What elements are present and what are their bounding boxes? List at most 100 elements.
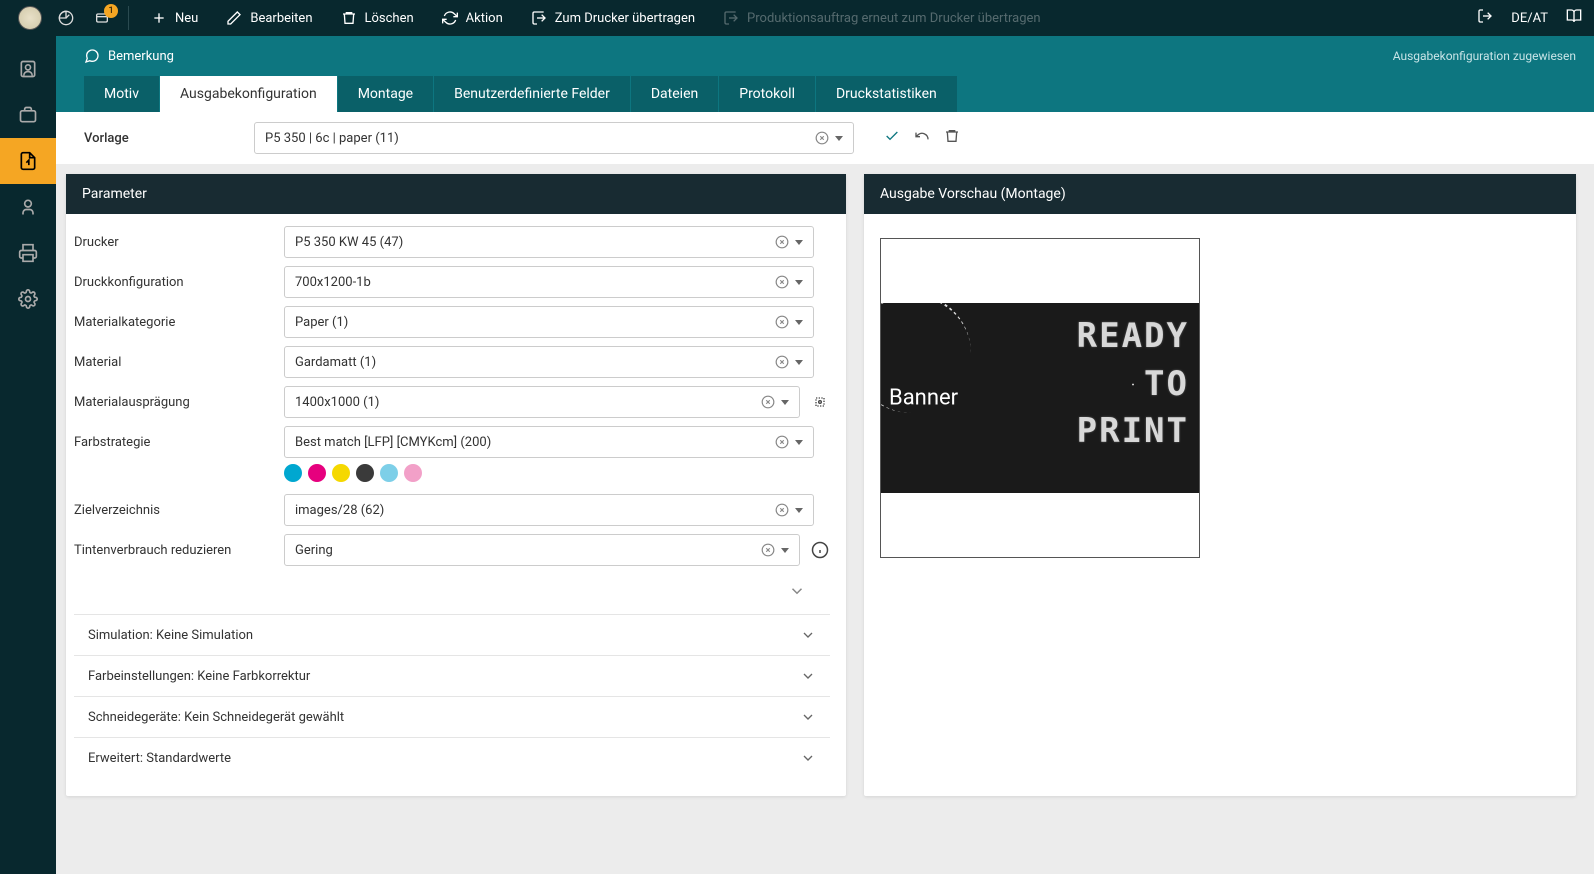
farbstr-input[interactable]: Best match [LFP] [CMYKcm] (200) <box>284 426 814 458</box>
tab-protokoll[interactable]: Protokoll <box>719 76 815 112</box>
panel-preview-title: Ausgabe Vorschau (Montage) <box>864 174 1576 214</box>
vorlage-select[interactable]: P5 350 | 6c | paper (11) <box>254 122 854 154</box>
dropdown-icon[interactable] <box>795 280 803 285</box>
action-button[interactable]: Aktion <box>428 0 517 36</box>
tab-stats[interactable]: Druckstatistiken <box>816 76 957 112</box>
preview-canvas: Banner READY TO PRINT <box>880 238 1200 558</box>
accordion-farbe[interactable]: Farbeinstellungen: Keine Farbkorrektur <box>74 655 830 696</box>
clear-icon[interactable] <box>775 503 789 517</box>
accordion-erweitert-label: Erweitert: Standardwerte <box>88 751 231 766</box>
dropdown-icon[interactable] <box>781 400 789 405</box>
sidebar-item-2[interactable] <box>0 92 56 138</box>
color-swatches <box>284 464 830 482</box>
trash-icon[interactable] <box>944 128 960 148</box>
accordion-sim-label: Simulation: Keine Simulation <box>88 628 253 643</box>
panel-parameter-title: Parameter <box>66 174 846 214</box>
clear-icon[interactable] <box>761 543 775 557</box>
matkat-input[interactable]: Paper (1) <box>284 306 814 338</box>
edit-button[interactable]: Bearbeiten <box>212 0 326 36</box>
matkat-value: Paper (1) <box>295 315 348 330</box>
material-input[interactable]: Gardamatt (1) <box>284 346 814 378</box>
matauspr-input[interactable]: 1400x1000 (1) <box>284 386 800 418</box>
status-text: Ausgabekonfiguration zugewiesen <box>1393 49 1594 63</box>
new-label: Neu <box>175 11 198 26</box>
accordion-simulation[interactable]: Simulation: Keine Simulation <box>74 614 830 655</box>
dashboard-icon[interactable] <box>48 0 84 36</box>
sidebar-item-1[interactable] <box>0 46 56 92</box>
dropdown-icon[interactable] <box>795 360 803 365</box>
new-button[interactable]: Neu <box>137 0 212 36</box>
clear-icon[interactable] <box>815 131 829 145</box>
accordion-schneid-label: Schneidegeräte: Kein Schneidegerät gewäh… <box>88 710 344 725</box>
preview-image: Banner READY TO PRINT <box>881 303 1199 493</box>
accordion-schneid[interactable]: Schneidegeräte: Kein Schneidegerät gewäh… <box>74 696 830 737</box>
drucker-value: P5 350 KW 45 (47) <box>295 235 403 250</box>
undo-icon[interactable] <box>914 128 930 148</box>
bemerkung-button[interactable]: Bemerkung <box>84 48 174 64</box>
druckkonfig-value: 700x1200-1b <box>295 275 371 290</box>
matauspr-label: Materialausprägung <box>74 395 284 410</box>
tinten-input[interactable]: Gering <box>284 534 800 566</box>
crop-icon[interactable] <box>810 392 830 412</box>
vorlage-label: Vorlage <box>84 131 234 146</box>
drucker-label: Drucker <box>74 235 284 250</box>
dropdown-icon[interactable] <box>795 240 803 245</box>
clear-icon[interactable] <box>761 395 775 409</box>
tab-montage[interactable]: Montage <box>338 76 433 112</box>
preview-line2: TO <box>1077 361 1189 409</box>
material-value: Gardamatt (1) <box>295 355 376 370</box>
color-swatch <box>380 464 398 482</box>
tab-custom[interactable]: Benutzerdefinierte Felder <box>434 76 630 112</box>
sidebar-item-5[interactable] <box>0 230 56 276</box>
preview-line1: READY <box>1077 313 1189 361</box>
dropdown-icon[interactable] <box>835 136 843 141</box>
logout-icon[interactable] <box>1477 8 1493 28</box>
dropdown-icon[interactable] <box>795 508 803 513</box>
tinten-value: Gering <box>295 543 333 558</box>
vorlage-value: P5 350 | 6c | paper (11) <box>265 131 399 146</box>
farbstr-value: Best match [LFP] [CMYKcm] (200) <box>295 435 491 450</box>
sidebar-item-3[interactable] <box>0 138 56 184</box>
clear-icon[interactable] <box>775 235 789 249</box>
expand-icon[interactable] <box>780 578 814 608</box>
confirm-icon[interactable] <box>884 128 900 148</box>
color-swatch <box>308 464 326 482</box>
druckkonfig-label: Druckkonfiguration <box>74 275 284 290</box>
dropdown-icon[interactable] <box>795 320 803 325</box>
dropdown-icon[interactable] <box>795 440 803 445</box>
avatar-icon[interactable] <box>12 0 48 36</box>
info-icon[interactable] <box>810 540 830 560</box>
edit-label: Bearbeiten <box>250 11 312 26</box>
preview-line3: PRINT <box>1077 408 1189 456</box>
sidebar-item-6[interactable] <box>0 276 56 322</box>
accordion-erweitert[interactable]: Erweitert: Standardwerte <box>74 737 830 778</box>
sidebar-item-4[interactable] <box>0 184 56 230</box>
delete-button[interactable]: Löschen <box>327 0 428 36</box>
matkat-label: Materialkategorie <box>74 315 284 330</box>
drucker-input[interactable]: P5 350 KW 45 (47) <box>284 226 814 258</box>
tab-dateien[interactable]: Dateien <box>631 76 718 112</box>
tab-ausgabe[interactable]: Ausgabekonfiguration <box>160 76 337 112</box>
bemerkung-label: Bemerkung <box>108 49 174 64</box>
color-swatch <box>356 464 374 482</box>
dropdown-icon[interactable] <box>781 548 789 553</box>
action-label: Aktion <box>466 11 503 26</box>
tab-motiv[interactable]: Motiv <box>84 76 159 112</box>
zielverz-input[interactable]: images/28 (62) <box>284 494 814 526</box>
clear-icon[interactable] <box>775 315 789 329</box>
zielverz-value: images/28 (62) <box>295 503 384 518</box>
clear-icon[interactable] <box>775 435 789 449</box>
material-label: Material <box>74 355 284 370</box>
help-icon[interactable] <box>1566 8 1582 28</box>
matauspr-value: 1400x1000 (1) <box>295 395 379 410</box>
farbstr-label: Farbstrategie <box>74 435 284 450</box>
resend-label: Produktionsauftrag erneut zum Drucker üb… <box>747 11 1041 26</box>
druckkonfig-input[interactable]: 700x1200-1b <box>284 266 814 298</box>
notifications-icon[interactable]: 1 <box>84 0 120 36</box>
to-printer-label: Zum Drucker übertragen <box>555 11 695 26</box>
clear-icon[interactable] <box>775 275 789 289</box>
clear-icon[interactable] <box>775 355 789 369</box>
locale-label[interactable]: DE/AT <box>1511 11 1548 26</box>
to-printer-button[interactable]: Zum Drucker übertragen <box>517 0 709 36</box>
tinten-label: Tintenverbrauch reduzieren <box>74 543 284 558</box>
